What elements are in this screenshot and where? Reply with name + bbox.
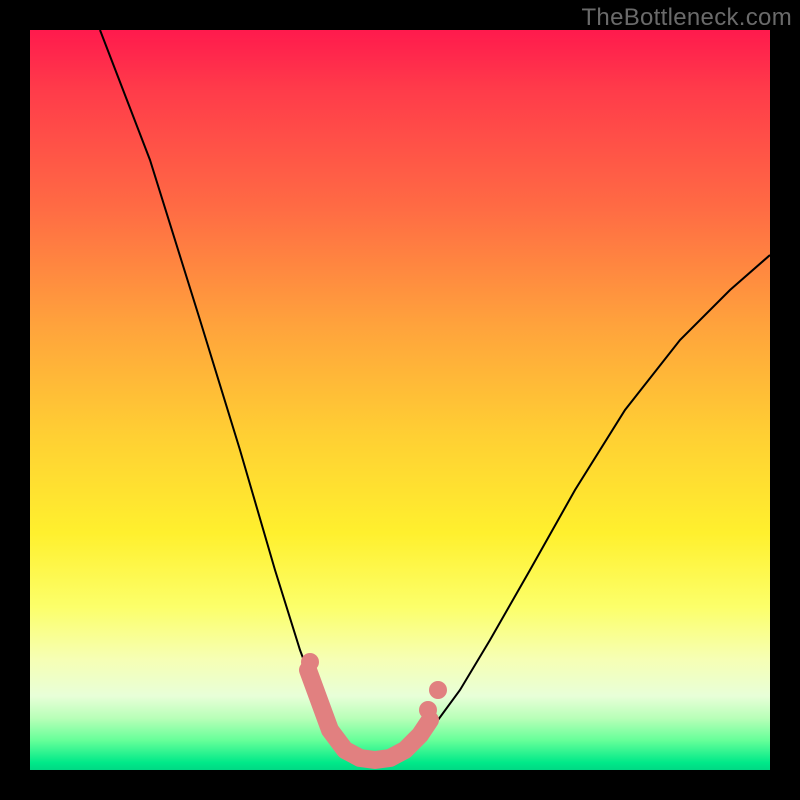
optimal-range-overlay	[308, 670, 430, 760]
overlay-dot	[429, 681, 447, 699]
watermark-text: TheBottleneck.com	[581, 4, 792, 32]
plot-area	[30, 30, 770, 770]
chart-frame: TheBottleneck.com	[0, 0, 800, 800]
overlay-dot	[419, 701, 437, 719]
overlay-dot	[301, 653, 319, 671]
bottleneck-curve	[100, 30, 770, 763]
chart-svg	[30, 30, 770, 770]
